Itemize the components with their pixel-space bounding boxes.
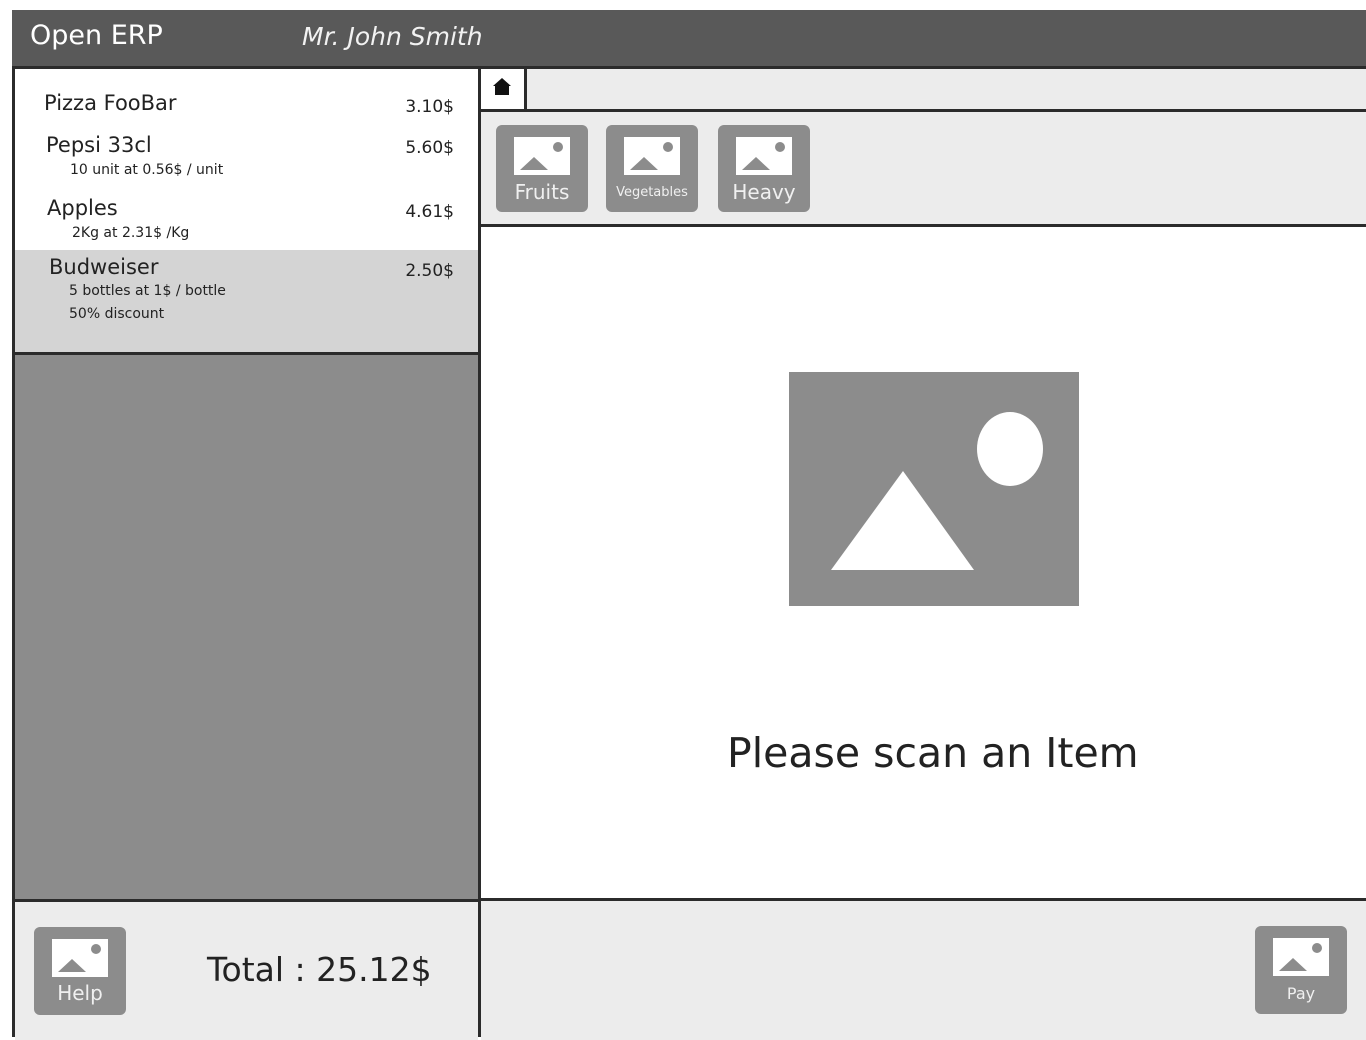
order-line-price: 3.10$ xyxy=(405,97,454,117)
pay-button[interactable]: Pay xyxy=(1255,926,1347,1014)
order-total: Total : 25.12$ xyxy=(207,950,432,989)
order-line-price: 4.61$ xyxy=(405,202,454,222)
order-line-selected[interactable]: Budweiser 2.50$ 5 bottles at 1$ / bottle… xyxy=(15,250,478,352)
app-title: Open ERP xyxy=(30,20,163,51)
category-label: Fruits xyxy=(514,180,570,204)
order-list: Pizza FooBar 3.10$ Pepsi 33cl 5.60$ 10 u… xyxy=(15,69,478,355)
order-footer: Help Total : 25.12$ xyxy=(15,899,478,1040)
user-name[interactable]: Mr. John Smith xyxy=(302,22,483,51)
order-panel: Pizza FooBar 3.10$ Pepsi 33cl 5.60$ 10 u… xyxy=(12,69,481,1040)
image-icon xyxy=(736,137,792,175)
image-icon xyxy=(514,137,570,175)
order-line-name: Pepsi 33cl xyxy=(46,133,152,157)
order-line-detail: 5 bottles at 1$ / bottle xyxy=(69,283,226,299)
scan-area: Please scan an Item xyxy=(481,227,1366,898)
category-button-vegetables[interactable]: Vegetables xyxy=(606,125,698,212)
image-placeholder-icon xyxy=(789,372,1079,606)
category-button-fruits[interactable]: Fruits xyxy=(496,125,588,212)
category-button-heavy[interactable]: Heavy xyxy=(718,125,810,212)
order-line-name: Pizza FooBar xyxy=(44,91,177,115)
order-line[interactable]: Apples 4.61$ 2Kg at 2.31$ /Kg xyxy=(15,187,478,250)
order-line-name: Budweiser xyxy=(49,255,159,279)
order-line[interactable]: Pepsi 33cl 5.60$ 10 unit at 0.56$ / unit xyxy=(15,125,478,187)
product-screen: Fruits Vegetables Heavy Please scan an I… xyxy=(481,69,1366,1040)
breadcrumb xyxy=(481,69,1366,112)
order-line-price: 2.50$ xyxy=(405,261,454,281)
order-line-detail: 10 unit at 0.56$ / unit xyxy=(70,162,224,178)
order-line[interactable]: Pizza FooBar 3.10$ xyxy=(15,69,478,125)
home-icon xyxy=(493,78,511,95)
category-label: Vegetables xyxy=(616,185,688,200)
order-line-price: 5.60$ xyxy=(405,138,454,158)
scan-message: Please scan an Item xyxy=(727,729,1139,777)
image-icon xyxy=(52,939,108,977)
category-label: Heavy xyxy=(732,180,796,204)
help-button-label: Help xyxy=(57,981,103,1005)
image-icon xyxy=(1273,938,1329,976)
order-line-detail: 2Kg at 2.31$ /Kg xyxy=(72,225,190,241)
pos-window: Open ERP Mr. John Smith Pizza FooBar 3.1… xyxy=(12,10,1366,1040)
payment-footer: Pay xyxy=(481,898,1366,1040)
image-icon xyxy=(624,137,680,175)
category-bar: Fruits Vegetables Heavy xyxy=(481,112,1366,227)
help-button[interactable]: Help xyxy=(34,927,126,1015)
order-line-detail: 50% discount xyxy=(69,306,165,322)
pay-button-label: Pay xyxy=(1286,984,1316,1003)
order-line-name: Apples xyxy=(47,196,118,220)
home-button[interactable] xyxy=(481,69,527,109)
app-header: Open ERP Mr. John Smith xyxy=(12,10,1366,66)
